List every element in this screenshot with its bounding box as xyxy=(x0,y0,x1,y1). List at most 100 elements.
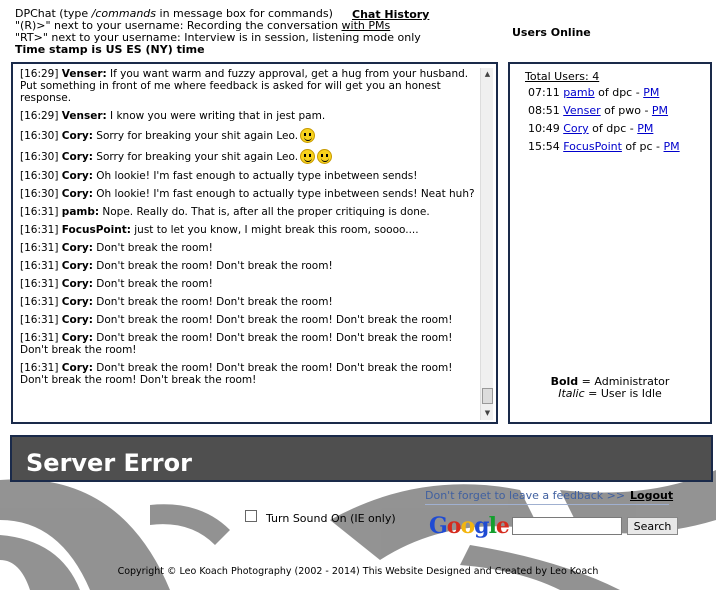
message-time: [16:31] xyxy=(20,242,59,254)
timestamp-note: Time stamp is US ES (NY) time xyxy=(15,43,205,56)
user-login-time: 10:49 xyxy=(528,122,560,135)
smiley-icon xyxy=(300,149,316,164)
message-text: Don't break the room! Don't break the ro… xyxy=(92,260,333,272)
message-text: Nope. Really do. That is, after all the … xyxy=(99,206,430,218)
user-row: 10:49 Cory of dpc - PM xyxy=(528,120,680,138)
user-origin: of dpc - xyxy=(588,122,638,135)
chat-message: [16:31] Cory: Don't break the room! Don'… xyxy=(20,332,475,356)
message-user: Cory: xyxy=(61,170,93,182)
message-time: [16:30] xyxy=(20,130,59,142)
chat-message: [16:30] Cory: Sorry for breaking your sh… xyxy=(20,149,475,164)
message-time: [16:31] xyxy=(20,332,59,344)
chat-message: [16:31] pamb: Nope. Really do. That is, … xyxy=(20,206,475,218)
message-text: Don't break the room! Don't break the ro… xyxy=(92,296,333,308)
message-text: Oh lookie! I'm fast enough to actually t… xyxy=(92,170,418,182)
smiley-icon xyxy=(317,149,333,164)
server-error-title: Server Error xyxy=(26,449,192,477)
user-row: 15:54 FocusPoint of pc - PM xyxy=(528,138,680,156)
chat-message: [16:31] Cory: Don't break the room! xyxy=(20,242,475,254)
message-user: Cory: xyxy=(61,242,93,254)
message-text: Don't break the room! Don't break the ro… xyxy=(92,314,453,326)
smiley-icon xyxy=(300,128,316,143)
google-logo-letter: e xyxy=(495,513,510,539)
message-user: Cory: xyxy=(61,296,93,308)
message-text: Don't break the room! xyxy=(92,278,213,290)
scroll-thumb[interactable] xyxy=(482,388,493,404)
user-origin: of dpc - xyxy=(594,86,644,99)
feedback-link[interactable]: Don't forget to leave a feedback >> xyxy=(425,489,625,502)
chat-message: [16:29] Venser: I know you were writing … xyxy=(20,110,475,122)
user-list: 07:11 pamb of dpc - PM 08:51 Venser of pw… xyxy=(528,84,680,156)
user-legend: Bold = Administrator Italic = User is Id… xyxy=(510,376,710,400)
scroll-up-icon[interactable]: ▲ xyxy=(481,68,494,81)
chat-message: [16:31] FocusPoint: just to let you know… xyxy=(20,224,475,236)
chat-message: [16:31] Cory: Don't break the room! xyxy=(20,278,475,290)
message-user: Cory: xyxy=(61,314,93,326)
legend-italic-text: = User is Idle xyxy=(584,387,662,400)
message-text: Sorry for breaking your shit again Leo. xyxy=(92,130,299,142)
message-time: [16:29] xyxy=(20,68,59,80)
message-user: Cory: xyxy=(61,260,93,272)
chat-log-box[interactable]: [16:29] Venser: If you want warm and fuz… xyxy=(11,62,498,424)
scroll-down-icon[interactable]: ▼ xyxy=(481,407,494,420)
user-origin: of pwo - xyxy=(600,104,652,117)
google-logo-letter: G xyxy=(429,513,448,539)
message-text: just to let you know, I might break this… xyxy=(130,224,419,236)
message-time: [16:31] xyxy=(20,296,59,308)
user-name-link[interactable]: FocusPoint xyxy=(563,140,622,153)
message-time: [16:31] xyxy=(20,278,59,290)
google-logo: Google xyxy=(429,513,510,539)
message-time: [16:30] xyxy=(20,170,59,182)
pm-link[interactable]: PM xyxy=(664,140,680,153)
sound-checkbox[interactable] xyxy=(245,510,257,522)
message-time: [16:31] xyxy=(20,224,59,236)
user-row: 07:11 pamb of dpc - PM xyxy=(528,84,680,102)
google-logo-letter: o xyxy=(460,513,475,539)
chat-message: [16:30] Cory: Oh lookie! I'm fast enough… xyxy=(20,170,475,182)
user-name-link[interactable]: pamb xyxy=(563,86,594,99)
chat-message: [16:30] Cory: Sorry for breaking your sh… xyxy=(20,128,475,143)
chat-message: [16:31] Cory: Don't break the room! Don'… xyxy=(20,296,475,308)
chat-message: [16:31] Cory: Don't break the room! Don'… xyxy=(20,260,475,272)
message-user: Cory: xyxy=(61,362,93,374)
message-time: [16:31] xyxy=(20,314,59,326)
users-online-box: Total Users: 4 07:11 pamb of dpc - PM 08:… xyxy=(508,62,712,424)
total-users[interactable]: Total Users: 4 xyxy=(525,70,599,83)
message-time: [16:29] xyxy=(20,110,59,122)
user-login-time: 07:11 xyxy=(528,86,560,99)
message-user: Cory: xyxy=(61,151,93,163)
message-user: Venser: xyxy=(61,68,107,80)
message-user: FocusPoint: xyxy=(61,224,131,236)
pm-link[interactable]: PM xyxy=(643,86,659,99)
chat-message: [16:31] Cory: Don't break the room! Don'… xyxy=(20,362,475,386)
google-logo-letter: o xyxy=(446,513,462,539)
chat-log: [16:29] Venser: If you want warm and fuz… xyxy=(20,68,475,392)
user-name-link[interactable]: Venser xyxy=(563,104,600,117)
message-user: Venser: xyxy=(61,110,107,122)
legend-italic: Italic xyxy=(558,387,585,400)
message-user: Cory: xyxy=(61,278,93,290)
message-time: [16:31] xyxy=(20,206,59,218)
search-button[interactable]: Search xyxy=(627,517,678,535)
message-time: [16:30] xyxy=(20,151,59,163)
feedback-divider xyxy=(425,504,669,505)
message-time: [16:30] xyxy=(20,188,59,200)
chat-scrollbar[interactable]: ▲ ▼ xyxy=(480,68,493,420)
message-time: [16:31] xyxy=(20,260,59,272)
google-search-input[interactable] xyxy=(512,517,622,535)
message-text: Don't break the room! xyxy=(92,242,213,254)
user-row: 08:51 Venser of pwo - PM xyxy=(528,102,680,120)
pm-link[interactable]: PM xyxy=(652,104,668,117)
server-error-bar: Server Error xyxy=(10,435,713,482)
pm-link[interactable]: PM xyxy=(637,122,653,135)
message-user: Cory: xyxy=(61,188,93,200)
user-login-time: 15:54 xyxy=(528,140,560,153)
users-online-title: Users Online xyxy=(512,26,591,39)
sound-label: Turn Sound On (IE only) xyxy=(266,512,396,525)
user-name-link[interactable]: Cory xyxy=(563,122,588,135)
google-logo-letter: l xyxy=(488,513,497,539)
user-origin: of pc - xyxy=(621,140,664,153)
chat-history-link[interactable]: Chat History xyxy=(352,8,429,21)
chat-message: [16:29] Venser: If you want warm and fuz… xyxy=(20,68,475,104)
logout-link[interactable]: Logout xyxy=(630,489,673,502)
